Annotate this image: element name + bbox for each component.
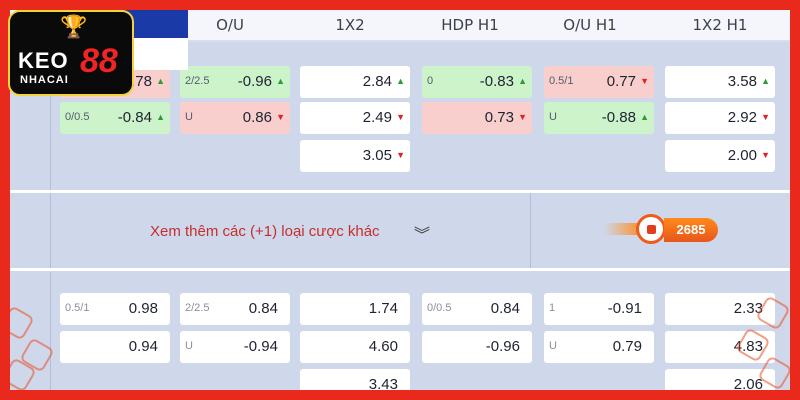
row-separator xyxy=(10,190,790,193)
odds-cell-ou-h1[interactable]: 1 -0.91 xyxy=(544,293,654,325)
odds-cell-hdp-h1[interactable]: 0 -0.83 ▲ xyxy=(422,66,532,98)
handicap-label: 0/0.5 xyxy=(427,302,452,314)
odds-value: 1.74 xyxy=(368,300,398,317)
handicap-label: U xyxy=(185,111,193,123)
arrow-up-icon: ▲ xyxy=(761,76,770,86)
odds-cell-ou[interactable]: 2/2.5 -0.96 ▲ xyxy=(180,66,290,98)
odds-value: 2.00 xyxy=(727,147,757,164)
odds-cell-hdp[interactable]: 0/0.5 -0.84 ▲ xyxy=(60,102,170,134)
odds-cell-1x2-h1[interactable]: 2.00 ▼ xyxy=(665,140,775,172)
trophy-icon: 🏆 xyxy=(60,15,88,40)
arrow-down-icon: ▼ xyxy=(396,150,405,160)
keonhacai88-logo: 🏆 KEO NHACAI 88 xyxy=(8,10,134,96)
odds-cell-hdp-h1[interactable]: -0.96 xyxy=(422,331,532,363)
odds-cell-ou[interactable]: U 0.86 ▼ xyxy=(180,102,290,134)
odds-cell-1x2[interactable]: 3.05 ▼ xyxy=(300,140,410,172)
odds-value: 4.60 xyxy=(368,338,398,355)
odds-cell-ou[interactable]: U -0.94 xyxy=(180,331,290,363)
handicap-label: 0.5/1 xyxy=(549,75,574,87)
odds-value: 2.92 xyxy=(727,109,757,126)
odds-cell-1x2[interactable]: 3.43 xyxy=(300,369,410,390)
handicap-label: 2/2.5 xyxy=(185,302,210,314)
arrow-up-icon: ▲ xyxy=(640,112,649,122)
odds-cell-hdp[interactable]: 0.94 xyxy=(60,331,170,363)
arrow-up-icon: ▲ xyxy=(156,76,165,86)
odds-value: 2.49 xyxy=(362,109,392,126)
arrow-up-icon: ▲ xyxy=(276,76,285,86)
odds-value: 3.05 xyxy=(362,147,392,164)
arrow-down-icon: ▼ xyxy=(276,112,285,122)
odds-value: 0.84 xyxy=(490,300,520,317)
handicap-label: 1 xyxy=(549,302,556,314)
odds-value: 3.58 xyxy=(727,73,757,90)
odds-cell-ou-h1[interactable]: U 0.79 xyxy=(544,331,654,363)
odds-cell-hdp-h1[interactable]: 0.73 ▼ xyxy=(422,102,532,134)
handicap-label: 2/2.5 xyxy=(185,75,210,87)
odds-value: 3.43 xyxy=(368,376,398,390)
odds-cell-1x2[interactable]: 2.49 ▼ xyxy=(300,102,410,134)
handicap-label: 0.5/1 xyxy=(65,302,90,314)
handicap-label: U xyxy=(185,340,193,352)
odds-value: 0.79 xyxy=(612,338,642,355)
odds-value: 0.94 xyxy=(128,338,158,355)
odds-value: 2.84 xyxy=(362,73,392,90)
odds-value: -0.96 xyxy=(485,338,520,355)
odds-value: 0.86 xyxy=(242,109,272,126)
odds-value: 0.98 xyxy=(128,300,158,317)
handicap-label: U xyxy=(549,111,557,123)
arrow-up-icon: ▲ xyxy=(518,76,527,86)
arrow-up-icon: ▲ xyxy=(396,76,405,86)
handicap-label: 0/0.5 xyxy=(65,111,90,123)
odds-cell-1x2-h1[interactable]: 2.06 xyxy=(665,369,775,390)
hexagon-decoration xyxy=(10,305,35,341)
divider-line xyxy=(50,193,51,268)
odds-cell-1x2[interactable]: 1.74 xyxy=(300,293,410,325)
odds-value: -0.94 xyxy=(243,338,278,355)
logo-text-nhacai: NHACAI xyxy=(20,74,69,86)
odds-value: .78 xyxy=(131,73,152,90)
odds-cell-hdp-h1[interactable]: 0/0.5 0.84 xyxy=(422,293,532,325)
odds-value: -0.84 xyxy=(117,109,152,126)
odds-cell-1x2[interactable]: 4.60 xyxy=(300,331,410,363)
handicap-label: 0 xyxy=(427,75,434,87)
divider-line xyxy=(50,272,51,390)
odds-cell-ou-h1[interactable]: 0.5/1 0.77 ▼ xyxy=(544,66,654,98)
col-header-1x2[interactable]: 1X2 xyxy=(300,10,400,40)
arrow-down-icon: ▼ xyxy=(396,112,405,122)
divider-line xyxy=(530,193,531,268)
double-chevron-down-icon[interactable]: ︾ xyxy=(414,221,430,245)
arrow-down-icon: ▼ xyxy=(640,76,649,86)
col-header-ou-h1[interactable]: O/U H1 xyxy=(535,10,645,40)
col-header-ou[interactable]: O/U xyxy=(180,10,280,40)
odds-value: -0.91 xyxy=(607,300,642,317)
odds-cell-ou-h1[interactable]: U -0.88 ▲ xyxy=(544,102,654,134)
more-bets-link[interactable]: Xem thêm các (+1) loại cược khác xyxy=(150,220,380,244)
odds-cell-ou[interactable]: 2/2.5 0.84 xyxy=(180,293,290,325)
row-separator xyxy=(10,268,790,271)
arrow-down-icon: ▼ xyxy=(761,150,770,160)
arrow-up-icon: ▲ xyxy=(156,112,165,122)
handicap-label: U xyxy=(549,340,557,352)
logo-number: 88 xyxy=(80,42,118,80)
odds-value: 0.84 xyxy=(248,300,278,317)
odds-cell-1x2[interactable]: 2.84 ▲ xyxy=(300,66,410,98)
odds-value: 0.77 xyxy=(606,73,636,90)
arrow-down-icon: ▼ xyxy=(761,112,770,122)
odds-cell-hdp[interactable]: 0.5/1 0.98 xyxy=(60,293,170,325)
football-icon xyxy=(636,214,666,244)
odds-value: 2.06 xyxy=(733,376,763,390)
odds-value: -0.88 xyxy=(601,109,636,126)
col-header-1x2-h1[interactable]: 1X2 H1 xyxy=(665,10,775,40)
logo-text-keo: KEO xyxy=(18,48,69,73)
odds-value: -0.83 xyxy=(479,73,514,90)
odds-cell-1x2-h1[interactable]: 2.92 ▼ xyxy=(665,102,775,134)
live-count-badge[interactable]: 2685 xyxy=(664,218,718,242)
arrow-down-icon: ▼ xyxy=(518,112,527,122)
col-header-hdp-h1[interactable]: HDP H1 xyxy=(415,10,525,40)
odds-cell-1x2-h1[interactable]: 3.58 ▲ xyxy=(665,66,775,98)
odds-value: -0.96 xyxy=(237,73,272,90)
odds-value: 0.73 xyxy=(484,109,514,126)
